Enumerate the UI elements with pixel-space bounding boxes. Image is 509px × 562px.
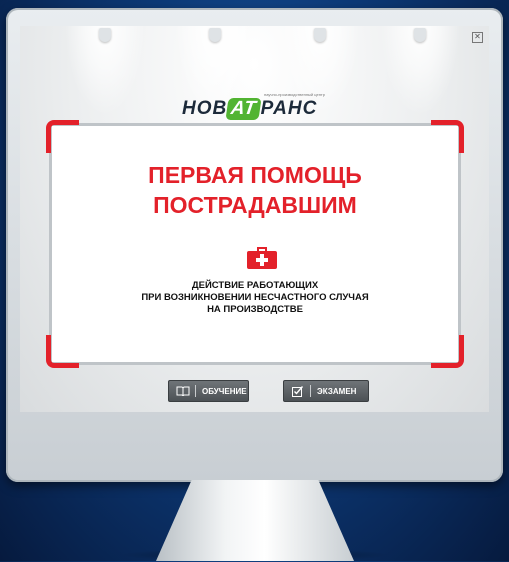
course-title-line: ПОСТРАДАВШИМ (153, 192, 357, 218)
course-title-line: ПЕРВАЯ ПОМОЩЬ (148, 162, 362, 188)
course-description-line: НА ПРОИЗВОДСТВЕ (207, 304, 303, 315)
lamp-icon (414, 28, 426, 42)
logo-tagline: научно-производственный центр (264, 92, 325, 97)
app-screen: ✕ научно-производственный центр НОВ АТ РАН… (20, 26, 489, 412)
corner-bracket (431, 335, 464, 368)
first-aid-kit-icon (247, 247, 277, 269)
button-separator (310, 385, 311, 397)
course-card-frame: ПЕРВАЯ ПОМОЩЬ ПОСТРАДАВШИМ ДЕЙСТВИЕ РАБО… (46, 120, 464, 368)
checkbox-icon (291, 385, 305, 397)
course-description-line: ДЕЙСТВИЕ РАБОТАЮЩИХ (191, 280, 319, 291)
logo-text-highlight: АТ (225, 98, 263, 120)
company-logo: научно-производственный центр НОВ АТ РАНС (182, 92, 352, 122)
course-description: ДЕЙСТВИЕ РАБОТАЮЩИХ ПРИ ВОЗНИКНОВЕНИИ НЕ… (46, 280, 464, 316)
button-separator (195, 385, 196, 397)
lamp-icon (314, 28, 326, 42)
learn-button-label: ОБУЧЕНИЕ (202, 386, 247, 396)
close-button[interactable]: ✕ (472, 32, 483, 43)
logo-text-part: НОВ (182, 98, 228, 119)
exam-button-label: ЭКЗАМЕН (317, 386, 357, 396)
corner-bracket (46, 335, 79, 368)
course-title: ПЕРВАЯ ПОМОЩЬ ПОСТРАДАВШИМ (46, 160, 464, 220)
logo-text-part: РАНС (260, 98, 318, 119)
lamp-icon (209, 28, 221, 42)
corner-bracket (431, 120, 464, 153)
monitor-stand (156, 480, 354, 561)
lamp-icon (99, 28, 111, 42)
exam-button[interactable]: ЭКЗАМЕН (283, 380, 369, 402)
book-icon (176, 386, 190, 397)
learn-button[interactable]: ОБУЧЕНИЕ (168, 380, 249, 402)
monitor-frame: ✕ научно-производственный центр НОВ АТ РАН… (6, 8, 503, 482)
corner-bracket (46, 120, 79, 153)
logo-wordmark: НОВ АТ РАНС (182, 98, 317, 120)
close-icon: ✕ (474, 32, 481, 41)
course-description-line: ПРИ ВОЗНИКНОВЕНИИ НЕСЧАСТНОГО СЛУЧАЯ (141, 292, 369, 303)
